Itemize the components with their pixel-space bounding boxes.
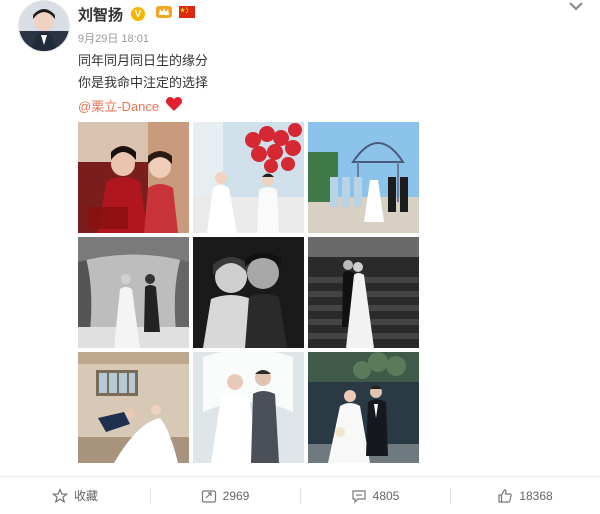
crown-badge-icon bbox=[155, 5, 173, 24]
mention-link[interactable]: @栗立-Dance bbox=[78, 98, 159, 116]
photo-7[interactable] bbox=[78, 352, 189, 463]
china-flag-icon bbox=[179, 5, 196, 23]
verified-badge-icon: V bbox=[131, 7, 146, 21]
avatar[interactable] bbox=[18, 0, 70, 52]
like-count: 18368 bbox=[519, 488, 553, 503]
photo-6[interactable] bbox=[308, 237, 419, 348]
photo-2[interactable] bbox=[193, 122, 304, 233]
favorite-label: 收藏 bbox=[73, 489, 98, 503]
user-name[interactable]: 刘智扬 bbox=[78, 4, 123, 25]
thumbs-up-icon bbox=[497, 488, 513, 504]
photo-3[interactable] bbox=[308, 122, 419, 233]
weibo-post-card: 刘智扬 V 9月29日 18:01 同年同月同日生的缘分 你是我命中注定的选择 bbox=[0, 0, 600, 513]
chevron-down-icon[interactable] bbox=[568, 0, 584, 14]
photo-8[interactable] bbox=[193, 352, 304, 463]
photo-1[interactable] bbox=[78, 122, 189, 233]
post-text-line-1: 同年同月同日生的缘分 bbox=[78, 53, 209, 68]
favorite-button[interactable]: 收藏 bbox=[0, 484, 150, 508]
photo-5[interactable] bbox=[193, 237, 304, 348]
repost-button[interactable]: 2969 bbox=[150, 484, 300, 508]
photo-4[interactable] bbox=[78, 237, 189, 348]
post-text-line-2: 你是我命中注定的选择 bbox=[78, 75, 209, 90]
comment-count: 4805 bbox=[372, 488, 400, 503]
post-text-line-3: @栗立-Dance bbox=[78, 96, 183, 117]
photo-grid bbox=[78, 122, 420, 464]
repost-count: 2969 bbox=[222, 488, 250, 503]
user-name-row: 刘智扬 V bbox=[78, 3, 196, 25]
post-timestamp[interactable]: 9月29日 18:01 bbox=[78, 30, 149, 46]
comment-icon bbox=[351, 488, 367, 504]
comment-button[interactable]: 4805 bbox=[300, 484, 450, 508]
action-bar: 收藏 2969 4805 18368 bbox=[0, 476, 600, 514]
star-icon bbox=[51, 487, 69, 504]
heart-icon bbox=[165, 96, 183, 117]
like-button[interactable]: 18368 bbox=[450, 484, 600, 508]
repost-icon bbox=[201, 488, 217, 504]
photo-9[interactable] bbox=[308, 352, 419, 463]
